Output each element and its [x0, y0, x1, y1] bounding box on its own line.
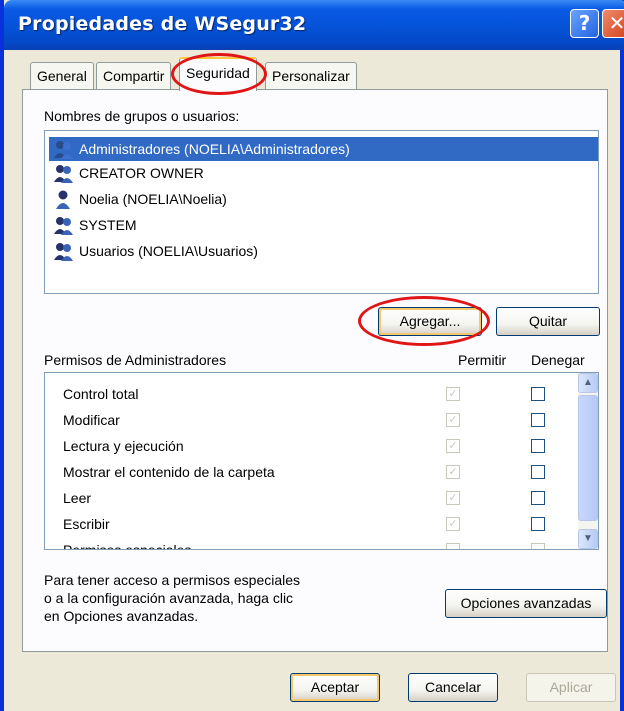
user-name: SYSTEM: [79, 217, 137, 233]
deny-header: Denegar: [531, 352, 585, 368]
scroll-thumb[interactable]: [578, 395, 598, 521]
window-title: Propiedades de WSegur32: [18, 13, 307, 35]
allow-checkbox[interactable]: ✓: [446, 387, 460, 401]
help-button[interactable]: ?: [570, 9, 599, 38]
ok-button[interactable]: Aceptar: [290, 673, 380, 702]
apply-button[interactable]: Aplicar: [526, 673, 616, 702]
scroll-up-icon[interactable]: ▲: [578, 373, 598, 393]
deny-checkbox[interactable]: [531, 387, 545, 401]
deny-checkbox[interactable]: [531, 491, 545, 505]
allow-checkbox[interactable]: [446, 543, 460, 549]
deny-checkbox[interactable]: [531, 465, 545, 479]
list-item-creator-owner[interactable]: CREATOR OWNER: [49, 161, 204, 185]
advanced-options-button[interactable]: Opciones avanzadas: [445, 589, 607, 618]
close-button[interactable]: ✕: [602, 9, 624, 38]
list-item-system[interactable]: SYSTEM: [49, 213, 137, 237]
advanced-help-text: Para tener acceso a permisos especiales …: [44, 571, 364, 625]
deny-checkbox[interactable]: [531, 517, 545, 531]
tab-general[interactable]: General: [30, 62, 94, 89]
user-name: Administradores (NOELIA\Administradores): [79, 141, 350, 157]
allow-checkbox[interactable]: ✓: [446, 413, 460, 427]
list-item-noelia[interactable]: Noelia (NOELIA\Noelia): [49, 187, 227, 211]
permission-lectura-ejecucion: Lectura y ejecución: [63, 438, 184, 454]
user-name: Usuarios (NOELIA\Usuarios): [79, 243, 258, 259]
permissions-list: Control total Modificar Lectura y ejecuc…: [44, 372, 599, 550]
list-item-usuarios[interactable]: Usuarios (NOELIA\Usuarios): [49, 239, 258, 263]
remove-button[interactable]: Quitar: [496, 307, 600, 336]
permission-control-total: Control total: [63, 386, 139, 402]
user-name: CREATOR OWNER: [79, 165, 204, 181]
allow-checkbox[interactable]: ✓: [446, 439, 460, 453]
deny-checkbox[interactable]: [531, 543, 545, 549]
allow-header: Permitir: [458, 352, 507, 368]
tab-personalizar[interactable]: Personalizar: [265, 62, 357, 89]
help-line: o a la configuración avanzada, haga clic: [44, 590, 294, 606]
users-listbox[interactable]: Administradores (NOELIA\Administradores)…: [44, 130, 599, 294]
allow-checkbox[interactable]: ✓: [446, 491, 460, 505]
permissions-label: Permisos de Administradores: [44, 352, 227, 368]
permission-especiales: Permisos especiales: [63, 542, 192, 550]
group-icon: [54, 243, 73, 261]
permissions-scrollbar[interactable]: ▲ ▼: [578, 373, 598, 549]
group-icon: [54, 217, 73, 235]
help-line: en Opciones avanzadas.: [44, 608, 199, 624]
permission-leer: Leer: [63, 490, 92, 506]
deny-checkbox[interactable]: [531, 413, 545, 427]
permission-modificar: Modificar: [63, 412, 120, 428]
group-icon: [54, 165, 73, 183]
user-name: Noelia (NOELIA\Noelia): [79, 191, 227, 207]
cancel-button[interactable]: Cancelar: [408, 673, 498, 702]
tab-compartir[interactable]: Compartir: [96, 62, 172, 89]
title-bar[interactable]: Propiedades de WSegur32 ? ✕: [4, 0, 624, 50]
allow-checkbox[interactable]: ✓: [446, 465, 460, 479]
group-icon: [54, 141, 73, 159]
allow-checkbox[interactable]: ✓: [446, 517, 460, 531]
help-line: Para tener acceso a permisos especiales: [44, 572, 301, 588]
add-button[interactable]: Agregar...: [378, 307, 482, 336]
list-item-administradores[interactable]: Administradores (NOELIA\Administradores): [49, 137, 598, 161]
permission-mostrar-contenido: Mostrar el contenido de la carpeta: [63, 464, 275, 480]
permission-escribir: Escribir: [63, 516, 110, 532]
tab-seguridad[interactable]: Seguridad: [179, 57, 257, 91]
groups-label: Nombres de grupos o usuarios:: [44, 108, 240, 124]
user-icon: [56, 190, 70, 209]
deny-checkbox[interactable]: [531, 439, 545, 453]
scroll-down-icon[interactable]: ▼: [578, 529, 598, 549]
